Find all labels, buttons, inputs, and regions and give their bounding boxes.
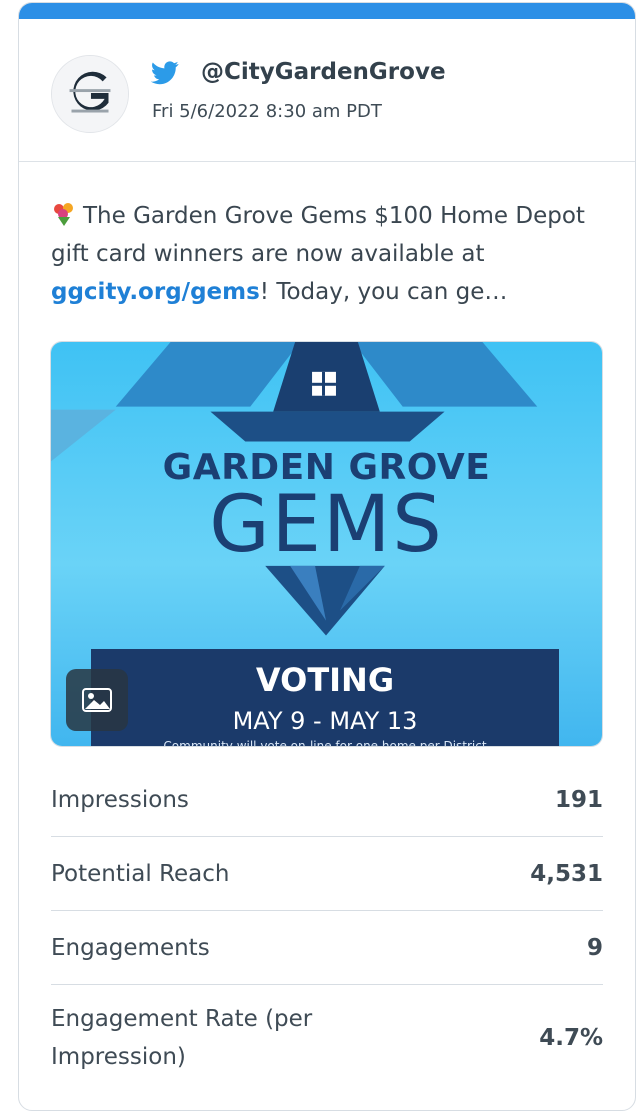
city-logo-icon [52,56,128,132]
metric-value: 9 [586,934,603,961]
post-text-prefix: The Garden Grove Gems $100 Home Depot gi… [51,203,585,267]
metric-row: Engagements 9 [51,911,603,985]
post-header: @CityGardenGrove Fri 5/6/2022 8:30 am PD… [19,19,635,162]
twitter-bird-icon [151,61,179,85]
post-text-suffix: ! Today, you can ge… [259,279,508,305]
post-card: @CityGardenGrove Fri 5/6/2022 8:30 am PD… [18,2,636,1111]
metric-label: Potential Reach [51,860,230,887]
image-icon [82,688,112,712]
media-title-line2: GEMS [209,480,444,570]
image-badge[interactable] [66,669,128,731]
avatar[interactable] [51,55,129,133]
post-link[interactable]: ggcity.org/gems [51,279,260,305]
metric-row: Engagement Rate (per Impression) 4.7% [51,985,603,1090]
post-text: The Garden Grove Gems $100 Home Depot gi… [51,197,611,311]
card-accent-bar [19,3,635,19]
voting-panel: VOTING MAY 9 - MAY 13 Community will vot… [91,649,559,747]
metric-label: Impressions [51,786,189,813]
voting-dates: MAY 9 - MAY 13 [232,707,418,735]
metrics-table: Impressions 191 Potential Reach 4,531 En… [51,763,603,1090]
metric-row: Impressions 191 [51,763,603,837]
metric-value: 4,531 [530,860,603,887]
voting-title: VOTING [255,661,395,699]
post-image[interactable]: GARDEN GROVE GEMS VOTING MAY 9 - MAY 13 … [50,341,603,747]
metric-label: Engagements [51,934,210,961]
account-handle[interactable]: @CityGardenGrove [201,59,446,85]
metric-value: 191 [554,786,603,813]
voting-note: Community will vote on-line for one home… [163,739,487,747]
post-timestamp: Fri 5/6/2022 8:30 am PDT [152,101,382,122]
metric-row: Potential Reach 4,531 [51,837,603,911]
metric-value: 4.7% [539,1024,603,1051]
bouquet-emoji-icon [54,203,73,226]
metric-label: Engagement Rate (per Impression) [51,1005,313,1070]
